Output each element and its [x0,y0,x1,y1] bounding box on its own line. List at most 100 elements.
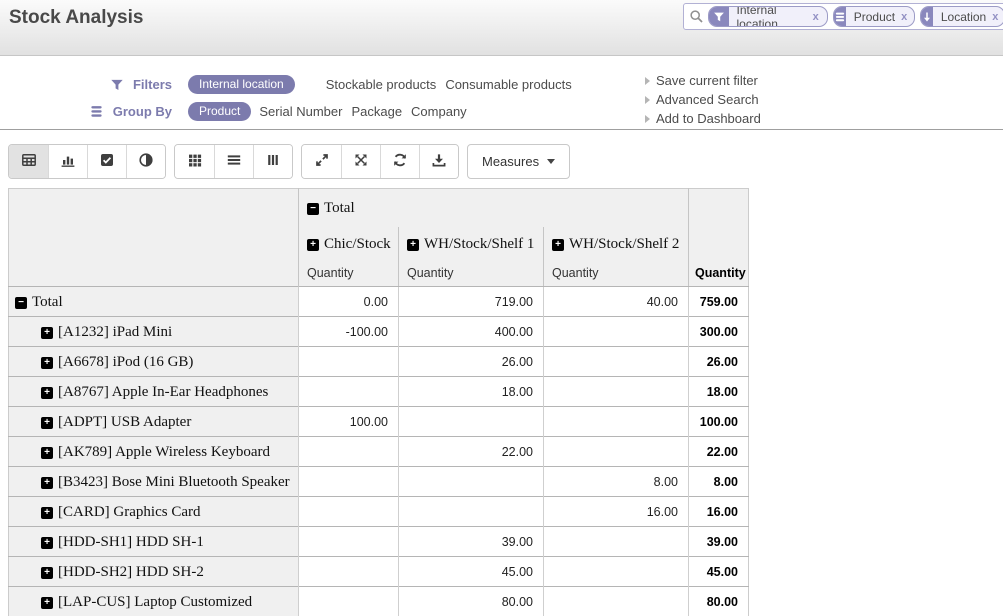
expand-icon[interactable]: + [41,567,53,579]
move-button[interactable] [341,145,380,178]
link-save-current-filter[interactable]: Save current filter [645,71,761,90]
remove-facet-button[interactable]: x [992,11,998,23]
filters-row: Filters Internal location Stockable produ… [80,75,573,94]
link-add-to-dashboard[interactable]: Add to Dashboard [645,109,761,128]
remove-facet-button[interactable]: x [813,11,819,23]
facet-label: Product x [846,7,915,26]
row-label: [CARD] Graphics Card [58,504,200,520]
pivot-value-cell [544,587,689,616]
pivot-row-header-ak789-apple-wireless-keyboard[interactable]: + [AK789] Apple Wireless Keyboard [9,437,299,467]
pivot-value-cell: 16.00 [544,497,689,527]
pivot-value-cell [544,377,689,407]
pivot-value-cell [544,527,689,557]
pivot-value-cell [299,587,399,616]
expand-icon[interactable]: + [41,327,53,339]
measures-button[interactable]: Measures [467,144,570,179]
pivot-row-header-a6678-ipod-16-gb[interactable]: +[A6678] iPod (16 GB) [9,347,299,377]
link-label: Advanced Search [656,92,759,107]
pivot-col-root-header[interactable]: −Total [299,189,689,227]
pivot-row-header-a8767-apple-in-ear-headphones[interactable]: +[A8767] Apple In-Ear Headphones [9,377,299,407]
pivot-value-cell [544,557,689,587]
caret-right-icon [645,96,650,104]
pivot-value-cell: 8.00 [544,467,689,497]
expand-icon[interactable]: + [41,537,53,549]
groupby-serial-number[interactable]: Serial Number [258,102,343,121]
pivot-view-button[interactable] [9,145,48,178]
pivot-value-cell: 45.00 [399,557,544,587]
expand-icon[interactable]: + [41,417,53,429]
expand-icon[interactable]: + [307,239,319,251]
expand-icon[interactable]: + [41,507,53,519]
pivot-row-header-hdd-sh2-hdd-sh-2[interactable]: +[HDD-SH2] HDD SH-2 [9,557,299,587]
refresh-button[interactable] [380,145,419,178]
facet-label-text: Location [941,10,986,24]
search-facet-product[interactable]: Product x [833,6,915,27]
measure-header[interactable]: Quantity [399,261,544,287]
check-square-icon [99,152,115,171]
expand-icon[interactable]: + [407,239,419,251]
remove-facet-button[interactable]: x [901,11,907,23]
facet-label: Location x [933,7,1003,26]
pivot-row-header-b3423-bose-mini-bluetooth-speaker[interactable]: +[B3423] Bose Mini Bluetooth Speaker [9,467,299,497]
grid-view-button[interactable] [175,145,214,178]
table-row: +[LAP-CUS] Laptop Customized80.0080.00 [9,587,749,616]
caret-down-icon [547,159,555,164]
groupby-company[interactable]: Company [410,102,468,121]
expand-icon[interactable]: + [41,357,53,369]
pivot-value-cell: 39.00 [399,527,544,557]
expand-icon[interactable]: + [41,597,53,609]
measure-header[interactable]: Quantity [544,261,689,287]
search-bar[interactable]: Internal locationx Product x Location x [683,3,1003,30]
table-row: +[A6678] iPod (16 GB)26.0026.00 [9,347,749,377]
table-row: −Total0.00719.0040.00759.00 [9,287,749,317]
pivot-row-header-total[interactable]: −Total [9,287,299,317]
bar-chart-icon [60,152,76,171]
check-square-button[interactable] [87,145,126,178]
pivot-col-header-wh-stock-shelf-2[interactable]: +WH/Stock/Shelf 2 [544,227,689,261]
pivot-row-header-a1232-ipad-mini[interactable]: +[A1232] iPad Mini [9,317,299,347]
pivot-row-header-card-graphics-card[interactable]: + [CARD] Graphics Card [9,497,299,527]
expand-icon[interactable]: + [41,447,53,459]
measure-header[interactable]: Quantity [299,261,399,287]
collapse-icon[interactable]: − [307,203,319,215]
pivot-row-header-adpt-usb-adapter[interactable]: +[ADPT] USB Adapter [9,407,299,437]
expand-button[interactable] [302,145,341,178]
filter-consumable-products[interactable]: Consumable products [444,75,572,94]
caret-right-icon [645,77,650,85]
download-icon [431,152,447,171]
groupby-package[interactable]: Package [350,102,403,121]
filter-icon [110,78,124,92]
groupby-product[interactable]: Product [188,102,251,121]
pivot-row-header-lap-cus-laptop-customized[interactable]: +[LAP-CUS] Laptop Customized [9,587,299,616]
bar-chart-view-button[interactable] [48,145,87,178]
pivot-col-header-chic-stock[interactable]: +Chic/Stock [299,227,399,261]
pivot-row-header-hdd-sh1-hdd-sh-1[interactable]: +[HDD-SH1] HDD SH-1 [9,527,299,557]
pivot-row-total-cell: 26.00 [689,347,749,377]
columns-view-button[interactable] [253,145,292,178]
expand-icon[interactable]: + [552,239,564,251]
search-facet-location[interactable]: Location x [920,6,1003,27]
row-label: [AK789] Apple Wireless Keyboard [58,444,270,460]
facet-label-text: Product [854,10,895,24]
pivot-col-header-wh-stock-shelf-1[interactable]: + WH/Stock/Shelf 1 [399,227,544,261]
pivot-row-total-cell: 8.00 [689,467,749,497]
link-advanced-search[interactable]: Advanced Search [645,90,761,109]
expand-icon[interactable]: + [41,477,53,489]
filter-internal-location[interactable]: Internal location [188,75,295,94]
search-facet-internal-location[interactable]: Internal locationx [708,6,828,27]
expand-icon[interactable]: + [41,387,53,399]
group-by-icon [89,104,104,119]
adjust-icon [138,152,154,171]
th-grid-icon [187,152,203,171]
collapse-icon[interactable]: − [15,297,27,309]
adjust-button[interactable] [126,145,165,178]
filter-stockable-products[interactable]: Stockable products [325,75,438,94]
measure-header-total[interactable]: Quantity [689,261,749,287]
filters-label: Filters [80,77,172,92]
list-view-button[interactable] [214,145,253,178]
table-row: +[HDD-SH2] HDD SH-245.0045.00 [9,557,749,587]
col-group-label: WH/Stock/Shelf 1 [424,236,534,252]
download-button[interactable] [419,145,458,178]
search-options-panel: Filters Internal location Stockable produ… [0,57,1003,130]
table-row: +[A8767] Apple In-Ear Headphones18.0018.… [9,377,749,407]
